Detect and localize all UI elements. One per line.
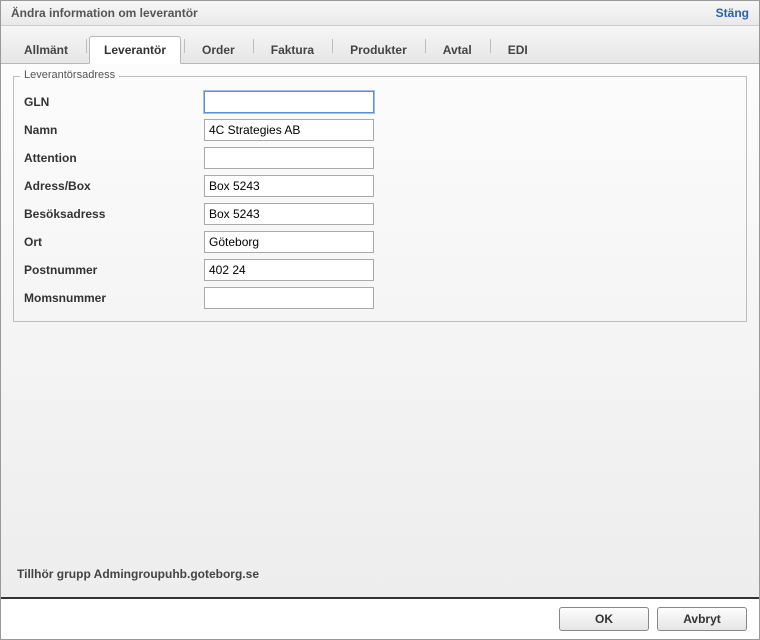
tab-allmant[interactable]: Allmänt: [9, 36, 83, 63]
input-postnr[interactable]: [204, 259, 374, 281]
label-ort: Ort: [24, 235, 204, 249]
tab-separator: [425, 39, 426, 53]
input-gln[interactable]: [204, 91, 374, 113]
fieldset-legend: Leverantörsadress: [20, 69, 119, 81]
tab-separator: [490, 39, 491, 53]
tab-separator: [184, 39, 185, 53]
fieldset-address: Leverantörsadress GLN Namn Attention Adr…: [13, 76, 747, 322]
label-gln: GLN: [24, 95, 204, 109]
dialog-header: Ändra information om leverantör Stäng: [1, 1, 759, 26]
group-line: Tillhör grupp Admingroupuhb.goteborg.se: [13, 559, 747, 585]
row-attention: Attention: [24, 147, 736, 169]
cancel-button[interactable]: Avbryt: [657, 607, 747, 631]
tab-avtal[interactable]: Avtal: [428, 36, 487, 63]
tab-separator: [332, 39, 333, 53]
tab-edi[interactable]: EDI: [493, 36, 543, 63]
input-momsnr[interactable]: [204, 287, 374, 309]
tab-order[interactable]: Order: [187, 36, 250, 63]
input-ort[interactable]: [204, 231, 374, 253]
row-momsnr: Momsnummer: [24, 287, 736, 309]
label-besok: Besöksadress: [24, 207, 204, 221]
input-attention[interactable]: [204, 147, 374, 169]
row-postnr: Postnummer: [24, 259, 736, 281]
close-link[interactable]: Stäng: [716, 6, 749, 20]
content-area: Leverantörsadress GLN Namn Attention Adr…: [1, 64, 759, 597]
tab-leverantor[interactable]: Leverantör: [89, 36, 181, 64]
input-besok[interactable]: [204, 203, 374, 225]
input-adress[interactable]: [204, 175, 374, 197]
tab-separator: [86, 39, 87, 53]
row-namn: Namn: [24, 119, 736, 141]
ok-button[interactable]: OK: [559, 607, 649, 631]
label-attention: Attention: [24, 151, 204, 165]
dialog-footer: OK Avbryt: [1, 597, 759, 639]
tab-separator: [253, 39, 254, 53]
row-ort: Ort: [24, 231, 736, 253]
input-namn[interactable]: [204, 119, 374, 141]
tabs-bar: Allmänt Leverantör Order Faktura Produkt…: [1, 26, 759, 64]
row-besok: Besöksadress: [24, 203, 736, 225]
label-namn: Namn: [24, 123, 204, 137]
row-gln: GLN: [24, 91, 736, 113]
group-value: Admingroupuhb.goteborg.se: [94, 567, 259, 581]
row-adress: Adress/Box: [24, 175, 736, 197]
tab-produkter[interactable]: Produkter: [335, 36, 422, 63]
tab-faktura[interactable]: Faktura: [256, 36, 329, 63]
label-adress: Adress/Box: [24, 179, 204, 193]
group-label: Tillhör grupp: [17, 567, 91, 581]
label-postnr: Postnummer: [24, 263, 204, 277]
dialog: Ändra information om leverantör Stäng Al…: [0, 0, 760, 640]
label-momsnr: Momsnummer: [24, 291, 204, 305]
dialog-title: Ändra information om leverantör: [11, 6, 198, 20]
